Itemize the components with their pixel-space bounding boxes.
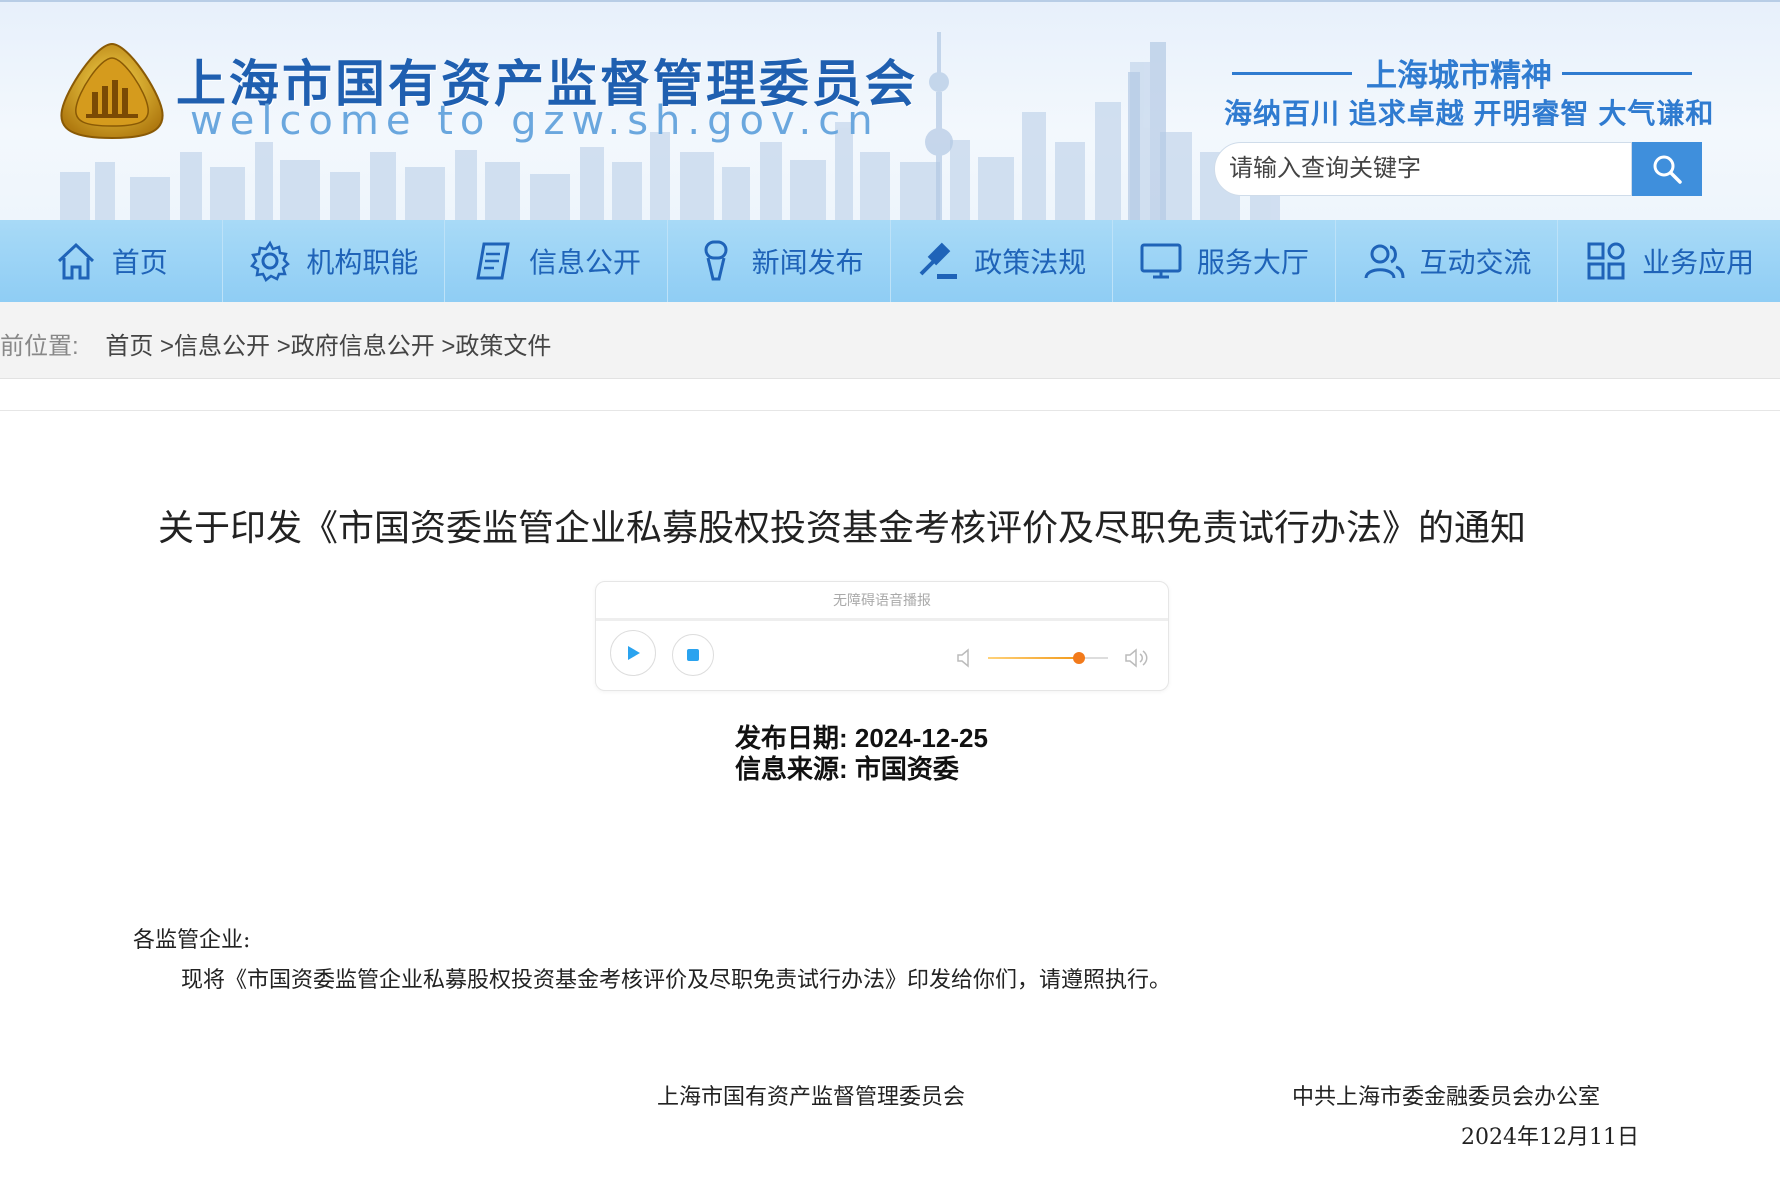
breadcrumb-link-gov-info[interactable]: >政府信息公开 xyxy=(277,333,435,360)
divider-line xyxy=(1232,72,1352,75)
volume-low-icon xyxy=(957,648,969,668)
publish-date-row: 发布日期: 2024-12-25 xyxy=(735,723,988,754)
stop-button[interactable] xyxy=(672,634,714,676)
nav-label: 新闻发布 xyxy=(751,247,864,278)
main-nav: 首页 机构职能 信息公开 新闻发布 政策法规 服务大厅 互动交流 业务应用 xyxy=(0,220,1780,302)
audio-player: 无障碍语音播报 xyxy=(595,581,1169,691)
publish-date: 2024-12-25 xyxy=(854,723,988,753)
monitor-icon xyxy=(1139,239,1183,283)
article-title: 关于印发《市国资委监管企业私募股权投资基金考核评价及尽职免责试行办法》的通知 xyxy=(158,507,1527,548)
divider-line xyxy=(1562,72,1692,75)
play-icon xyxy=(628,646,640,660)
player-label: 无障碍语音播报 xyxy=(596,582,1168,621)
nav-label: 服务大厅 xyxy=(1196,247,1309,278)
nav-item-business-apps[interactable]: 业务应用 xyxy=(1558,220,1780,302)
breadcrumb-link-policy-docs[interactable]: >政策文件 xyxy=(441,333,551,360)
nav-item-organization[interactable]: 机构职能 xyxy=(223,220,446,302)
breadcrumb-bar: 前位置: 首页 >信息公开 >政府信息公开 >政策文件 xyxy=(0,302,1780,379)
site-header: 上海市国有资产监督管理委员会 welcome to gzw.sh.gov.cn … xyxy=(0,0,1780,220)
nav-item-policy[interactable]: 政策法规 xyxy=(891,220,1114,302)
stop-icon xyxy=(687,649,699,661)
nav-label: 首页 xyxy=(111,247,168,278)
nav-label: 业务应用 xyxy=(1642,247,1755,278)
source-label: 信息来源: xyxy=(735,754,848,784)
signer-finance-office: 中共上海市委金融委员会办公室 xyxy=(1292,1085,1601,1110)
body-paragraph: 现将《市国资委监管企业私募股权投资基金考核评价及尽职免责试行办法》印发给你们，请… xyxy=(181,968,1172,993)
source-value: 市国资委 xyxy=(854,754,959,784)
source-row: 信息来源: 市国资委 xyxy=(735,754,988,785)
apps-icon xyxy=(1584,239,1628,283)
signer-sasac: 上海市国有资产监督管理委员会 xyxy=(657,1085,966,1110)
nav-item-info-disclosure[interactable]: 信息公开 xyxy=(445,220,668,302)
nav-label: 信息公开 xyxy=(529,247,642,278)
article-body: 各监管企业: 现将《市国资委监管企业私募股权投资基金考核评价及尽职免责试行办法》… xyxy=(133,921,1171,1001)
salutation: 各监管企业: xyxy=(133,928,251,953)
site-subtitle: welcome to gzw.sh.gov.cn xyxy=(190,98,880,144)
home-icon xyxy=(54,239,98,283)
breadcrumb-link-info-disclosure[interactable]: >信息公开 xyxy=(160,333,270,360)
breadcrumb: 前位置: 首页 >信息公开 >政府信息公开 >政策文件 xyxy=(0,326,551,361)
nav-item-service-hall[interactable]: 服务大厅 xyxy=(1113,220,1336,302)
gear-icon xyxy=(248,239,292,283)
search-button[interactable] xyxy=(1632,142,1702,196)
play-button[interactable] xyxy=(610,630,656,676)
search-input[interactable] xyxy=(1227,143,1611,195)
spirit-text: 海纳百川 追求卓越 开明睿智 大气谦和 xyxy=(1224,98,1715,129)
nav-label: 政策法规 xyxy=(974,247,1087,278)
article-content: 关于印发《市国资委监管企业私募股权投资基金考核评价及尽职免责试行办法》的通知 无… xyxy=(0,410,1780,1190)
volume-knob[interactable] xyxy=(1073,652,1086,664)
volume-fill xyxy=(988,657,1080,659)
search-icon xyxy=(1653,155,1682,184)
microphone-icon xyxy=(694,239,738,283)
spirit-title: 上海城市精神 xyxy=(1366,58,1552,93)
volume-high-icon xyxy=(1125,648,1148,668)
search-box xyxy=(1214,142,1632,196)
nav-item-news[interactable]: 新闻发布 xyxy=(668,220,891,302)
article-meta: 发布日期: 2024-12-25 信息来源: 市国资委 xyxy=(735,723,988,785)
publish-date-label: 发布日期: xyxy=(735,723,848,753)
breadcrumb-link-home[interactable]: 首页 xyxy=(105,333,153,360)
nav-item-interaction[interactable]: 互动交流 xyxy=(1336,220,1559,302)
breadcrumb-label: 前位置: xyxy=(0,333,79,360)
gavel-icon xyxy=(916,239,960,283)
nav-label: 互动交流 xyxy=(1419,247,1532,278)
sasac-emblem-logo xyxy=(60,42,164,140)
users-icon xyxy=(1362,239,1406,283)
sign-date: 2024年12月11日 xyxy=(1461,1125,1639,1150)
nav-label: 机构职能 xyxy=(306,247,419,278)
nav-item-home[interactable]: 首页 xyxy=(0,220,223,302)
volume-slider[interactable] xyxy=(988,652,1108,664)
document-icon xyxy=(471,239,515,283)
